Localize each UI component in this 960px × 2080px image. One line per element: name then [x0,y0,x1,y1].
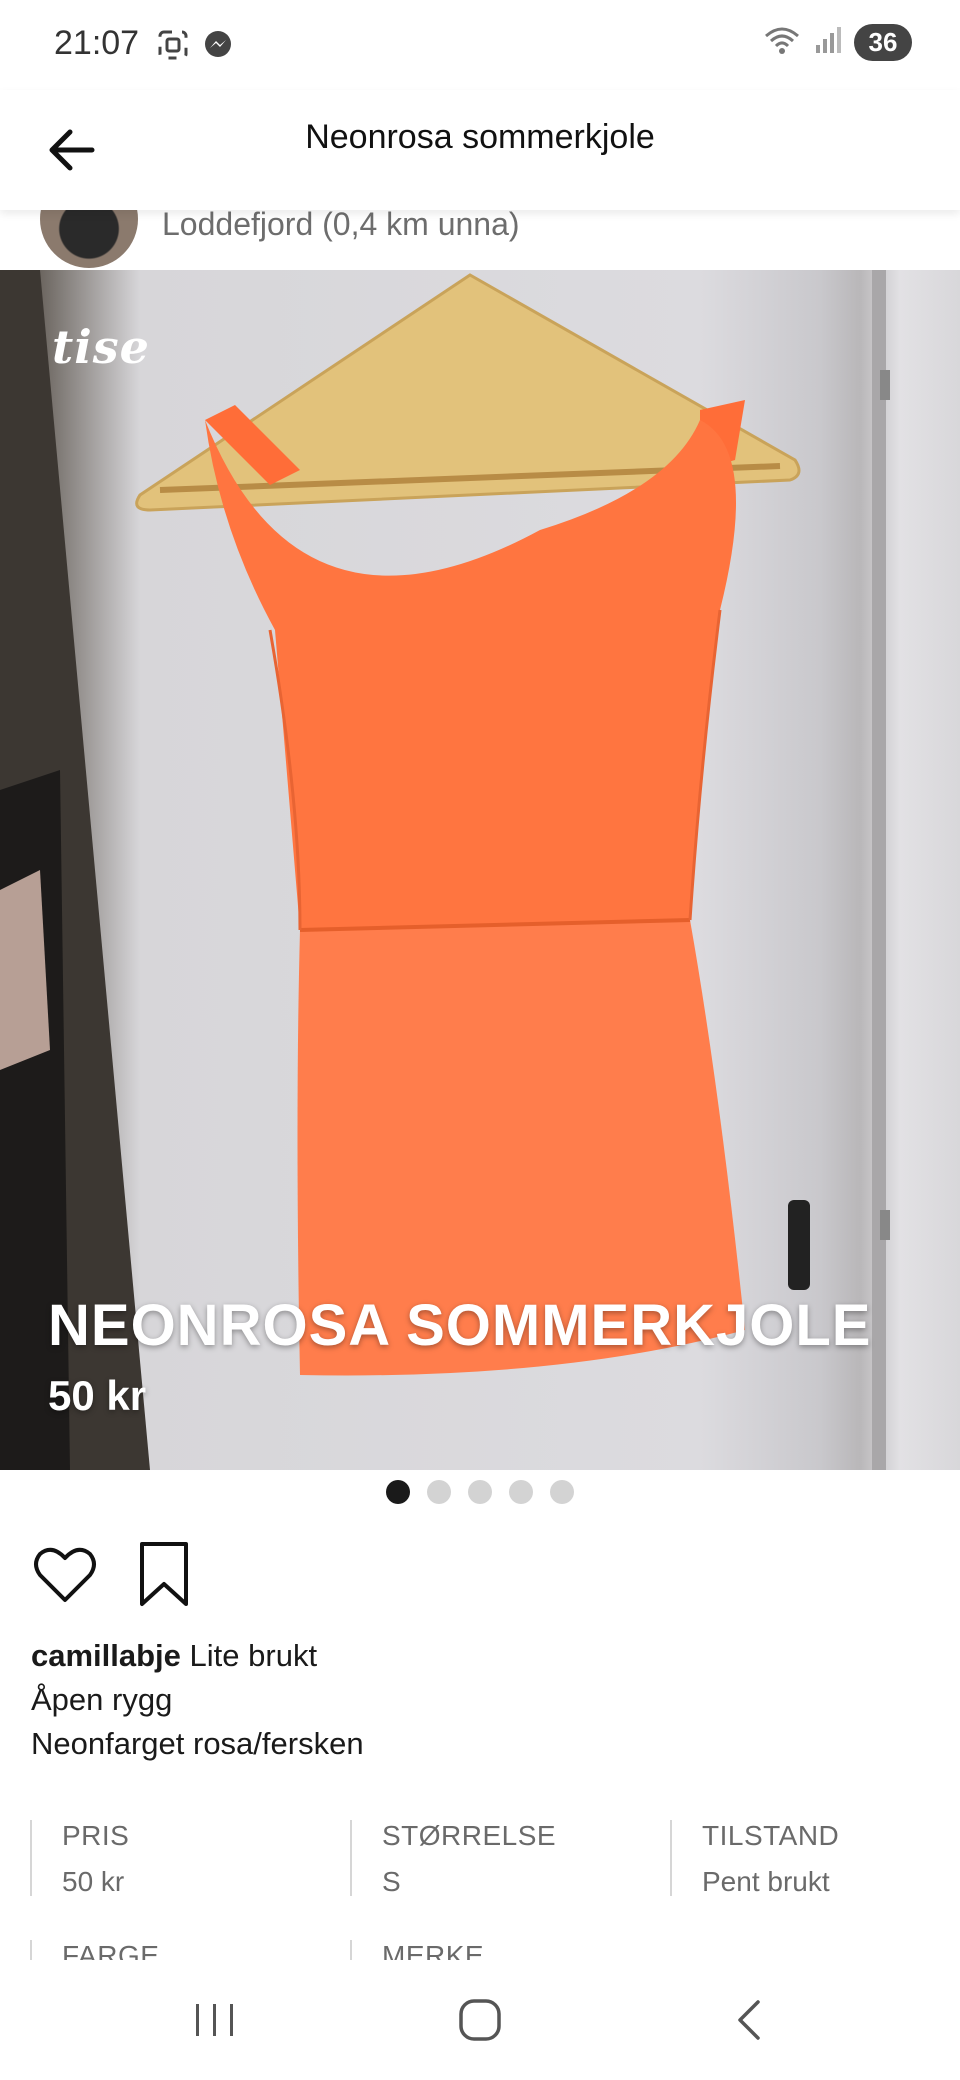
bookmark-icon [140,1542,188,1606]
recents-icon [196,2004,233,2036]
system-nav-bar [0,1960,960,2080]
chevron-left-icon [738,2000,760,2040]
home-icon [459,1999,501,2041]
description-line: Lite brukt [189,1638,318,1673]
spec-label: STØRRELSE [382,1820,557,1851]
page-title: Neonrosa sommerkjole [305,118,655,156]
like-button[interactable] [30,1540,100,1610]
status-time: 21:07 [54,24,140,62]
heart-icon [34,1547,96,1602]
app-header: Neonrosa sommerkjole [0,90,960,210]
image-pager [0,1480,960,1504]
pager-dot[interactable] [386,1480,410,1504]
spec-label: TILSTAND [702,1820,840,1851]
pager-dot[interactable] [509,1480,533,1504]
home-button[interactable] [455,1992,505,2048]
description: camillabje Lite brukt Åpen rygg Neonfarg… [31,1634,364,1766]
description-line: Åpen rygg [31,1682,173,1717]
messenger-icon [202,29,234,66]
seller-username[interactable]: camillabje [31,1638,181,1673]
recent-apps-button[interactable] [190,1992,240,2048]
save-button[interactable] [134,1540,194,1610]
seller-row[interactable]: Loddefjord (0,4 km unna) [0,170,960,270]
spec-condition: TILSTAND Pent brukt [670,1820,840,1897]
product-photo[interactable]: tise NEONROSA SOMMERKJOLE 50 kr [0,270,960,1470]
spec-value: 50 kr [62,1866,125,1897]
photo-price: 50 kr [48,1372,147,1419]
tise-logo: tise [52,320,150,374]
dress-illustration [0,270,890,1470]
spec-size: STØRRELSE S [350,1820,557,1897]
spec-value: Pent brukt [702,1866,830,1897]
back-nav-button[interactable] [730,1992,770,2048]
spec-value: S [382,1866,401,1897]
seller-location: Loddefjord (0,4 km unna) [162,206,520,242]
screenshot-icon [156,28,190,67]
pager-dot[interactable] [550,1480,574,1504]
signal-icon [814,25,842,60]
photo-title: NEONROSA SOMMERKJOLE [48,1293,872,1358]
spec-price: PRIS 50 kr [30,1820,130,1897]
description-line: Neonfarget rosa/fersken [31,1726,364,1761]
pager-dot[interactable] [427,1480,451,1504]
pager-dot[interactable] [468,1480,492,1504]
battery-badge: 36 [854,24,912,61]
wifi-icon [762,24,802,61]
status-bar: 21:07 36 [0,0,960,90]
spec-label: PRIS [62,1820,130,1851]
